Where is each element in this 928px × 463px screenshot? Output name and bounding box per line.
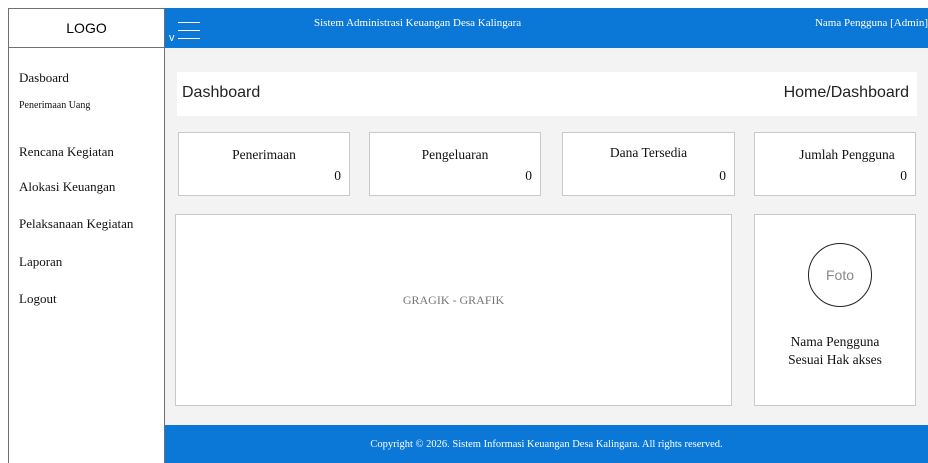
user-menu[interactable]: Nama Pengguna [Admin] — [815, 17, 928, 29]
logo[interactable]: LOGO — [8, 8, 165, 48]
stat-label: Pengeluaran — [421, 147, 489, 162]
stat-value: 0 — [525, 168, 532, 183]
stat-label: Dana Tersedia — [609, 145, 688, 160]
menu-toggle-button[interactable]: v — [169, 22, 217, 48]
copyright-text: Copyright © 2026. Sistem Informasi Keuan… — [370, 438, 723, 450]
toggle-label: v — [169, 32, 175, 44]
avatar[interactable]: Foto — [808, 243, 872, 307]
stat-value: 0 — [334, 168, 341, 183]
app-frame: LOGO v Sistem Administrasi Keuangan Desa… — [8, 8, 928, 463]
chart-panel: GRAGIK - GRAFIK — [175, 214, 732, 406]
sidebar-item-laporan[interactable]: Laporan — [19, 254, 62, 270]
chart-placeholder: GRAGIK - GRAFIK — [402, 293, 505, 307]
content-header: Dashboard Home/Dashboard — [177, 72, 917, 116]
avatar-label: Foto — [825, 267, 854, 283]
stat-card-pengeluaran: Pengeluaran 0 — [369, 132, 541, 196]
profile-name-line2: Sesuai Hak akses — [788, 352, 882, 367]
sidebar-item-rencana-kegiatan[interactable]: Rencana Kegiatan — [19, 144, 114, 160]
stat-card-jumlah-pengguna: Jumlah Pengguna 0 — [754, 132, 916, 196]
sidebar-item-dashboard[interactable]: Dasboard — [19, 70, 69, 86]
sidebar-item-alokasi-keuangan[interactable]: Alokasi Keuangan — [19, 179, 115, 195]
sidebar-item-logout[interactable]: Logout — [19, 291, 57, 307]
app-title: Sistem Administrasi Keuangan Desa Kaling… — [314, 17, 522, 29]
profile-name: Nama Pengguna Sesuai Hak akses — [755, 333, 915, 369]
profile-panel: Foto Nama Pengguna Sesuai Hak akses — [754, 214, 916, 406]
stat-card-penerimaan: Penerimaan 0 — [178, 132, 350, 196]
top-bar: v Sistem Administrasi Keuangan Desa Kali… — [165, 8, 928, 48]
stat-card-dana-tersedia: Dana Tersedia 0 — [562, 132, 735, 196]
page-title: Dashboard — [182, 84, 261, 101]
main-content: Dashboard Home/Dashboard Penerimaan 0 Pe… — [165, 48, 928, 425]
logo-text: LOGO — [66, 20, 107, 36]
stat-label: Jumlah Pengguna — [799, 147, 895, 162]
stat-value: 0 — [900, 168, 907, 183]
footer: Copyright © 2026. Sistem Informasi Keuan… — [165, 425, 928, 463]
sidebar-item-pelaksanaan-kegiatan[interactable]: Pelaksanaan Kegiatan — [19, 216, 133, 232]
hamburger-icon[interactable] — [178, 22, 200, 40]
sidebar: Dasboard Penerimaan Uang Rencana Kegiata… — [8, 48, 165, 463]
stat-value: 0 — [719, 168, 726, 183]
sidebar-item-penerimaan-uang[interactable]: Penerimaan Uang — [19, 100, 90, 111]
profile-name-line1: Nama Pengguna — [790, 334, 880, 349]
breadcrumb[interactable]: Home/Dashboard — [784, 84, 909, 102]
stat-label: Penerimaan — [232, 147, 296, 162]
